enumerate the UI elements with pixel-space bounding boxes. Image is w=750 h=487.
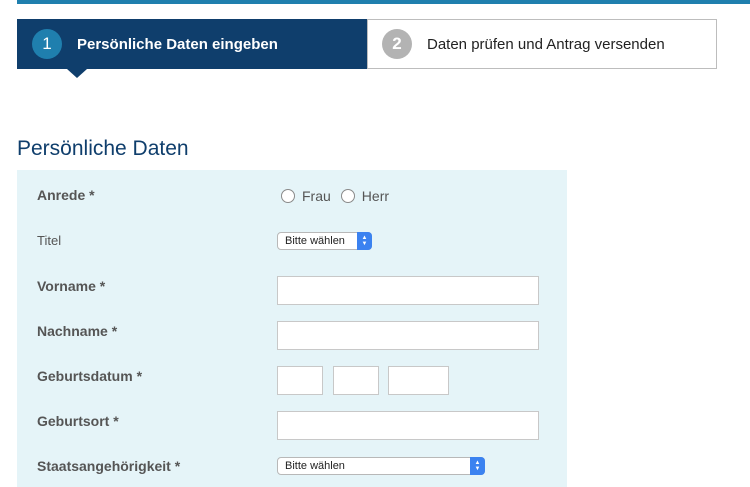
section-title: Persönliche Daten: [17, 137, 189, 160]
anrede-herr-radio[interactable]: [340, 189, 355, 203]
titel-label: Titel: [37, 233, 62, 248]
anrede-frau-label[interactable]: Frau: [302, 188, 331, 204]
staatsangehoerigkeit-select-value: Bitte wählen: [285, 460, 345, 472]
top-accent-rule: [17, 0, 750, 4]
step-2-label: Daten prüfen und Antrag versenden: [427, 35, 665, 53]
geburtsdatum-year-input[interactable]: [388, 366, 449, 395]
step-1-personal-data: 1 Persönliche Daten eingeben: [17, 19, 367, 78]
anrede-radio-group: Frau Herr: [281, 188, 399, 204]
anrede-frau-radio[interactable]: [281, 189, 295, 203]
row-geburtsdatum: Geburtsdatum *: [17, 366, 567, 395]
row-staatsangehoerigkeit: Staatsangehörigkeit * Bitte wählen ▲ ▼: [17, 457, 567, 477]
row-vorname: Vorname *: [17, 276, 567, 305]
geburtsdatum-label: Geburtsdatum *: [37, 368, 143, 384]
row-geburtsort: Geburtsort *: [17, 411, 567, 440]
row-titel: Titel Bitte wählen ▲ ▼: [17, 232, 567, 252]
vorname-input[interactable]: [277, 276, 539, 305]
step-1-number: 1: [32, 29, 62, 59]
nachname-input[interactable]: [277, 321, 539, 350]
nachname-label: Nachname *: [37, 323, 118, 339]
staatsangehoerigkeit-select[interactable]: Bitte wählen ▲ ▼: [277, 457, 485, 475]
step-2-review-submit: 2 Daten prüfen und Antrag versenden: [367, 19, 717, 69]
staatsangehoerigkeit-label: Staatsangehörigkeit *: [37, 458, 181, 474]
personal-data-form: Anrede * Frau Herr Titel Bitte wählen ▲ ▼…: [17, 170, 567, 487]
geburtsdatum-month-input[interactable]: [333, 366, 379, 395]
row-anrede: Anrede * Frau Herr: [17, 187, 567, 207]
row-nachname: Nachname *: [17, 321, 567, 350]
titel-select[interactable]: Bitte wählen ▲ ▼: [277, 232, 372, 250]
progress-steps: 1 Persönliche Daten eingeben 2 Daten prü…: [17, 19, 717, 78]
chevron-up-down-icon: ▲ ▼: [470, 457, 485, 475]
anrede-label: Anrede *: [37, 187, 95, 203]
step-1-label: Persönliche Daten eingeben: [77, 35, 278, 53]
geburtsort-input[interactable]: [277, 411, 539, 440]
step-2-number: 2: [382, 29, 412, 59]
geburtsort-label: Geburtsort *: [37, 413, 119, 429]
vorname-label: Vorname *: [37, 278, 106, 294]
geburtsdatum-day-input[interactable]: [277, 366, 323, 395]
chevron-up-down-icon: ▲ ▼: [357, 232, 372, 250]
titel-select-value: Bitte wählen: [285, 235, 345, 247]
anrede-herr-label[interactable]: Herr: [362, 188, 389, 204]
